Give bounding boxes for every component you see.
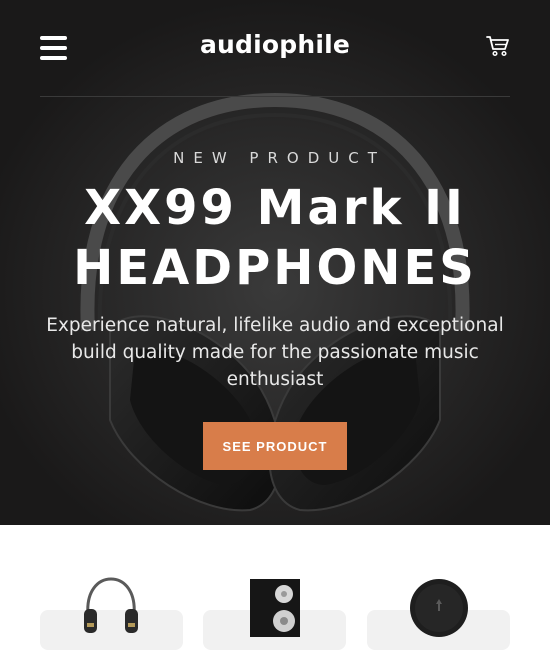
headphones-thumbnail [84, 577, 138, 633]
category-section [0, 525, 550, 650]
cart-icon[interactable] [486, 35, 510, 57]
hero-title-line-1: XX99 Mark II [84, 180, 466, 236]
hero-title: XX99 Mark II HEADPHONES [0, 178, 550, 298]
site-header: audiophile [40, 0, 510, 97]
speaker-thumbnail [250, 579, 300, 637]
hero-description: Experience natural, lifelike audio and e… [46, 315, 504, 390]
hero-section: audiophile NEW PRODUCT XX99 Mark II HEAD… [0, 0, 550, 525]
see-product-button[interactable]: SEE PRODUCT [203, 422, 347, 470]
earphones-thumbnail [410, 579, 468, 637]
new-product-overline: NEW PRODUCT [173, 149, 386, 167]
logo[interactable]: audiophile [40, 30, 510, 59]
hero-title-line-2: HEADPHONES [73, 240, 477, 296]
